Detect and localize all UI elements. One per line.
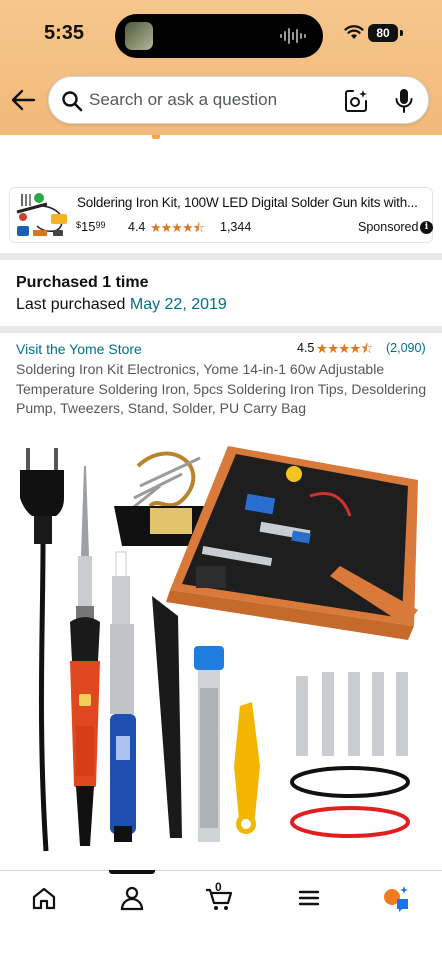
product-review-count-link[interactable]: (2,090)	[386, 341, 426, 355]
status-time: 5:35	[44, 22, 85, 44]
ad-review-count: 1,344	[220, 220, 252, 234]
last-purchased-label: Last purchased	[16, 296, 126, 313]
ad-price: $1599	[76, 219, 106, 234]
menu-icon[interactable]	[294, 883, 324, 913]
camera-icon[interactable]	[344, 89, 368, 113]
last-purchased-date-link[interactable]: May 22, 2019	[130, 296, 227, 313]
bottom-navigation: 0	[0, 870, 442, 960]
home-icon[interactable]	[29, 883, 59, 913]
ad-star-rating: ★★★★⯪	[150, 220, 205, 235]
dynamic-island	[115, 14, 323, 58]
audio-wave-icon	[280, 28, 306, 44]
visit-store-link[interactable]: Visit the Yome Store	[16, 341, 142, 357]
search-input[interactable]	[89, 77, 339, 123]
ad-product-title[interactable]: Soldering Iron Kit, 100W LED Digital Sol…	[77, 195, 427, 210]
product-rating-value: 4.5	[297, 341, 315, 355]
previous-section-edge	[0, 135, 442, 175]
wifi-icon	[344, 25, 364, 39]
app-header: 5:35 80	[0, 0, 442, 135]
product-image[interactable]	[10, 426, 432, 858]
battery-level: 80	[376, 26, 390, 40]
cart-button[interactable]: 0	[204, 880, 234, 913]
ad-product-thumbnail	[13, 190, 71, 240]
section-divider	[0, 326, 442, 333]
back-arrow-icon[interactable]	[10, 88, 36, 112]
section-divider	[0, 253, 442, 260]
info-icon[interactable]: i	[420, 221, 433, 234]
assistant-icon[interactable]	[381, 883, 411, 913]
ad-rating-value: 4.4	[128, 220, 146, 234]
active-tab-indicator	[109, 870, 155, 874]
now-playing-thumbnail	[125, 22, 153, 50]
product-star-rating[interactable]: ★★★★⯪	[316, 339, 373, 362]
scroll-peek-mark	[152, 135, 160, 139]
sponsored-label: Sponsored	[358, 220, 419, 234]
account-icon[interactable]	[117, 883, 147, 913]
purchase-count: Purchased 1 time	[16, 274, 149, 291]
cart-count: 0	[215, 880, 222, 894]
sponsored-product-card[interactable]: Soldering Iron Kit, 100W LED Digital Sol…	[9, 187, 433, 243]
search-icon	[62, 91, 83, 112]
last-purchased-line: Last purchased May 22, 2019	[16, 296, 227, 314]
solder-tube-illustration	[194, 646, 224, 842]
product-title: Soldering Iron Kit Electronics, Yome 14-…	[16, 361, 427, 416]
mic-icon[interactable]	[394, 88, 414, 114]
search-bar[interactable]	[48, 76, 429, 124]
battery-icon: 80	[368, 24, 398, 42]
status-bar: 5:35 80	[0, 0, 442, 70]
battery-cap	[400, 30, 403, 36]
